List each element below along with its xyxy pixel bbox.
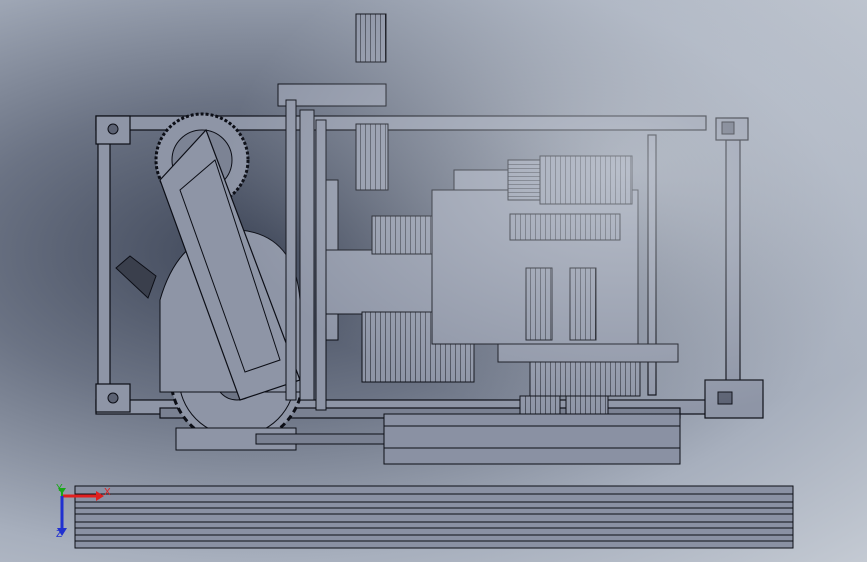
machine-assembly-model[interactable]: [0, 0, 867, 562]
z-axis-label: Z: [56, 529, 63, 540]
base-plate: [74, 485, 794, 549]
x-axis-label: X: [104, 487, 111, 498]
gearbox: [431, 155, 639, 345]
y-axis-label: Y: [56, 483, 63, 494]
coordinate-triad: X Y Z: [52, 484, 112, 544]
left-bracket: [115, 255, 157, 299]
cad-viewport[interactable]: X Y Z: [0, 0, 867, 562]
